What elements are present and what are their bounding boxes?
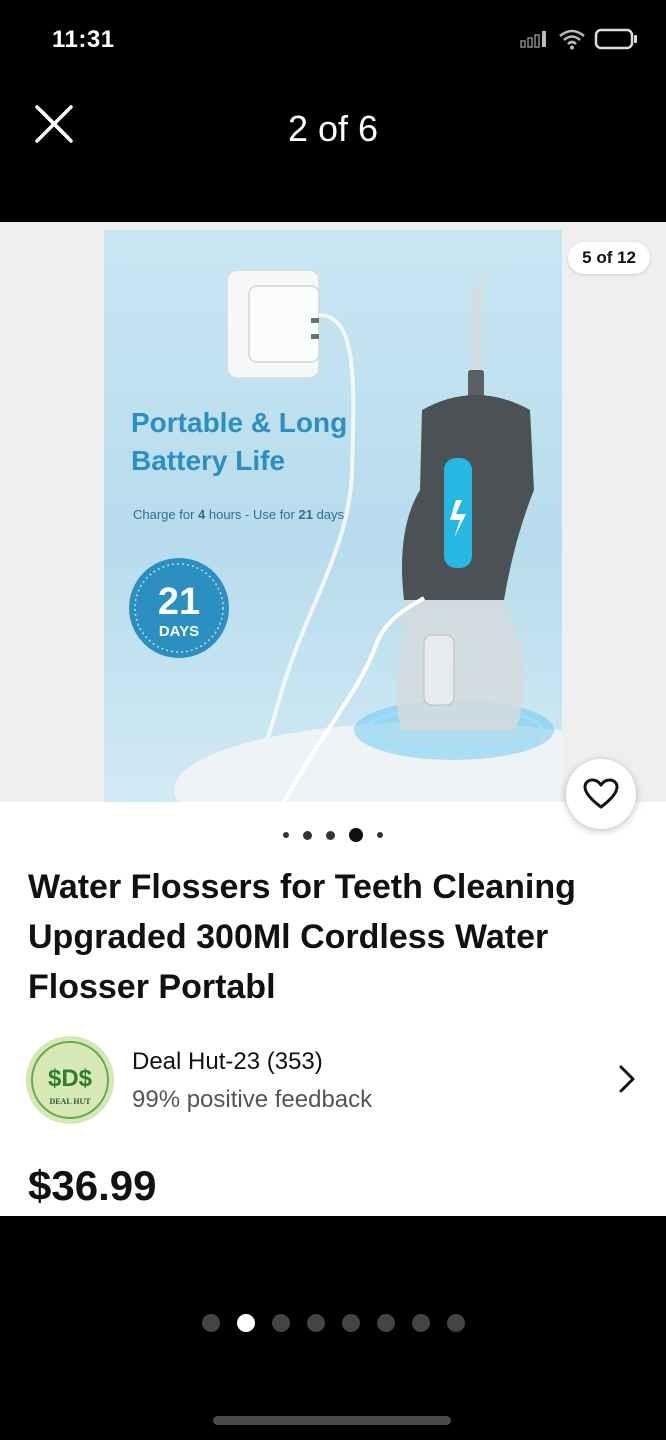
status-bar: 11:31 — [0, 0, 666, 80]
gallery-dot[interactable] — [306, 1314, 325, 1332]
image-charge-note: Charge for 4 hours - Use for 21 days — [133, 507, 345, 522]
viewer-header: 2 of 6 — [0, 80, 666, 222]
status-icons — [520, 28, 638, 50]
gallery-dot[interactable] — [271, 1314, 290, 1332]
wifi-icon — [559, 29, 585, 50]
seller-row[interactable]: $D$ DEAL HUT Deal Hut-23 (353) 99% posit… — [26, 1034, 646, 1124]
image-headline-1: Portable & Long — [131, 407, 347, 438]
svg-text:DAYS: DAYS — [159, 623, 199, 640]
product-title[interactable]: Water Flossers for Teeth Cleaning Upgrad… — [28, 862, 628, 1012]
pager-title: 2 of 6 — [287, 108, 379, 149]
carousel-dot-active[interactable] — [349, 828, 363, 842]
status-time: 11:31 — [52, 26, 115, 53]
gallery-dot[interactable] — [341, 1314, 360, 1332]
carousel-dot[interactable] — [303, 830, 312, 840]
heart-icon — [583, 778, 619, 809]
seller-name: Deal Hut-23 (353) — [132, 1048, 323, 1075]
svg-text:DEAL HUT: DEAL HUT — [49, 1097, 91, 1106]
favorite-button[interactable] — [566, 759, 636, 829]
gallery-dot[interactable] — [201, 1314, 220, 1332]
gallery-dot-active[interactable] — [236, 1314, 255, 1332]
image-carousel-dots — [0, 828, 666, 842]
gallery-dot[interactable] — [446, 1314, 465, 1332]
price: $36.99 — [28, 1162, 157, 1209]
carousel-dot[interactable] — [283, 832, 289, 838]
seller-feedback: 99% positive feedback — [132, 1086, 373, 1113]
product-image[interactable]: Portable & Long Battery Life Charge for … — [104, 230, 562, 802]
gallery-dot[interactable] — [411, 1314, 430, 1332]
battery-icon — [594, 28, 637, 50]
flosser-device — [396, 270, 534, 730]
days-badge: 21 DAYS — [129, 558, 229, 658]
carousel-dot[interactable] — [326, 830, 335, 840]
svg-text:21: 21 — [158, 581, 200, 623]
svg-text:$D$: $D$ — [48, 1065, 93, 1092]
image-counter-badge: 5 of 12 — [568, 242, 650, 274]
home-indicator[interactable] — [213, 1416, 451, 1425]
carousel-dot[interactable] — [377, 832, 383, 838]
gallery-pager-dots — [0, 1314, 666, 1332]
image-headline-2: Battery Life — [131, 445, 285, 476]
seller-logo: $D$ DEAL HUT — [26, 1036, 114, 1124]
product-illustration: Portable & Long Battery Life Charge for … — [129, 269, 562, 802]
image-carousel[interactable]: Portable & Long Battery Life Charge for … — [0, 222, 666, 802]
gallery-dot[interactable] — [376, 1314, 395, 1332]
chevron-right-icon — [619, 1065, 635, 1093]
listing-card: Portable & Long Battery Life Charge for … — [0, 222, 666, 1216]
charger-plug — [248, 285, 320, 363]
signal-icon — [520, 31, 546, 48]
